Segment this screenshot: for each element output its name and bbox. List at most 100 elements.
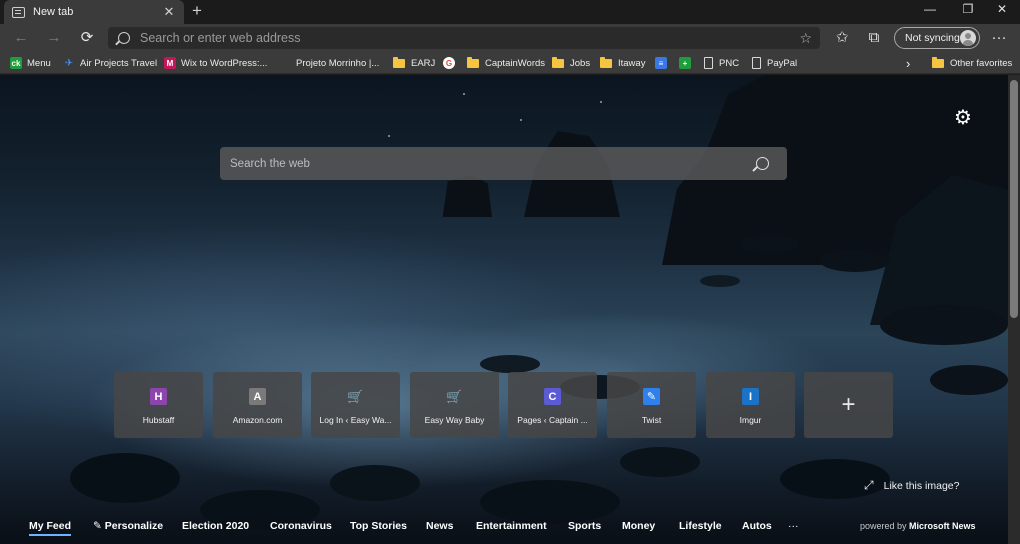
- top-site-easy-way-login[interactable]: 🛒 Log In ‹ Easy Wa...: [311, 372, 400, 438]
- refresh-button[interactable]: ⟳: [77, 28, 97, 48]
- close-tab-icon[interactable]: ✕: [162, 4, 176, 20]
- favorite-folder-captainwords[interactable]: CaptainWords: [467, 55, 545, 71]
- tab-strip: New tab ✕ + — ❐ ✕: [0, 0, 1020, 24]
- captain-icon: C: [544, 388, 561, 405]
- favorite-air-projects-travel[interactable]: ✈ Air Projects Travel: [63, 55, 157, 71]
- favorite-google-docs[interactable]: ≡: [655, 55, 672, 71]
- scrollbar-thumb[interactable]: [1010, 80, 1018, 318]
- search-icon[interactable]: [756, 157, 769, 170]
- favorite-pnc[interactable]: PNC: [704, 55, 739, 71]
- favorite-folder-earj[interactable]: EARJ: [393, 55, 435, 71]
- top-site-hubstaff[interactable]: H Hubstaff: [114, 372, 203, 438]
- web-search-box[interactable]: Search the web: [220, 147, 787, 180]
- news-tab-entertainment[interactable]: Entertainment: [476, 520, 547, 532]
- close-window-button[interactable]: ✕: [985, 0, 1019, 18]
- favorite-label: Projeto Morrinho |...: [296, 57, 380, 69]
- top-site-imgur[interactable]: I Imgur: [706, 372, 795, 438]
- favorites-icon[interactable]: ✩: [832, 28, 852, 48]
- top-site-label: Pages ‹ Captain ...: [517, 415, 588, 425]
- sync-status: Not syncing: [905, 32, 960, 44]
- search-icon: [118, 32, 130, 44]
- tab-title: New tab: [33, 6, 74, 18]
- like-this-image-button[interactable]: ⤢ Like this image?: [864, 478, 959, 493]
- favorite-projeto-morrinho[interactable]: Projeto Morrinho |...: [296, 55, 379, 71]
- favorite-wix-to-wordpress[interactable]: M Wix to WordPress:...: [164, 55, 267, 71]
- news-tab-my-feed[interactable]: My Feed: [29, 520, 72, 536]
- favorite-folder-jobs[interactable]: Jobs: [552, 55, 590, 71]
- docs-icon: ≡: [655, 57, 667, 69]
- back-button[interactable]: ←: [11, 28, 31, 48]
- plane-icon: ✈: [64, 57, 74, 69]
- favorite-label: Itaway: [618, 57, 646, 69]
- sheets-icon: +: [679, 57, 691, 69]
- restore-button[interactable]: ❐: [951, 0, 985, 18]
- top-site-label: Easy Way Baby: [424, 415, 485, 425]
- new-tab-page: ⚙ Search the web H Hubstaff A Amazon.com…: [0, 75, 1008, 544]
- new-tab-button[interactable]: +: [188, 2, 206, 20]
- profile-sync-button[interactable]: Not syncing: [894, 27, 980, 49]
- favorite-menu[interactable]: ck Menu: [10, 55, 51, 71]
- pencil-icon: ✎: [93, 520, 102, 532]
- hubstaff-icon: H: [150, 388, 167, 405]
- news-tab-lifestyle[interactable]: Lifestyle: [679, 520, 722, 532]
- address-bar[interactable]: Search or enter web address ☆: [108, 27, 820, 49]
- top-site-twist[interactable]: ✎ Twist: [607, 372, 696, 438]
- stroller-icon: 🛒: [347, 388, 364, 404]
- top-site-amazon[interactable]: A Amazon.com: [213, 372, 302, 438]
- favorite-folder-itaway[interactable]: Itaway: [600, 55, 645, 71]
- m-icon: M: [164, 57, 176, 69]
- favorite-google[interactable]: G: [443, 55, 460, 71]
- other-favorites-label: Other favorites: [950, 57, 1013, 69]
- like-image-label: Like this image?: [883, 479, 960, 492]
- add-favorite-star-icon[interactable]: ☆: [799, 30, 812, 47]
- amazon-icon: A: [249, 388, 266, 405]
- imgur-icon: I: [742, 388, 759, 405]
- folder-icon: [467, 56, 479, 68]
- favorite-label: PayPal: [767, 57, 798, 69]
- google-icon: G: [443, 57, 455, 69]
- favorite-label: EARJ: [411, 57, 436, 69]
- favorite-google-sheets[interactable]: +: [679, 55, 696, 71]
- folder-icon: [393, 56, 405, 68]
- collections-icon[interactable]: ⧉: [864, 28, 884, 48]
- folder-icon: [552, 56, 564, 68]
- forward-button[interactable]: →: [44, 28, 64, 48]
- favorite-label: PNC: [719, 57, 740, 69]
- top-site-easy-way-baby[interactable]: 🛒 Easy Way Baby: [410, 372, 499, 438]
- favorites-overflow-chevron-icon[interactable]: ›: [906, 55, 910, 71]
- top-site-label: Amazon.com: [232, 415, 283, 425]
- folder-icon: [932, 56, 944, 68]
- other-favorites-folder[interactable]: Other favorites: [932, 55, 1012, 71]
- minimize-button[interactable]: —: [913, 0, 947, 18]
- favorite-label: Menu: [27, 57, 51, 69]
- news-tab-news[interactable]: News: [426, 520, 453, 532]
- powered-prefix: powered by: [860, 521, 907, 531]
- top-site-captain-pages[interactable]: C Pages ‹ Captain ...: [508, 372, 597, 438]
- favorite-label: Wix to WordPress:...: [181, 57, 268, 69]
- tab-new-tab[interactable]: New tab ✕: [4, 0, 184, 24]
- news-navigation: My Feed ✎ Personalize Election 2020 Coro…: [0, 505, 1008, 544]
- news-tab-money[interactable]: Money: [622, 520, 655, 532]
- news-tab-election-2020[interactable]: Election 2020: [182, 520, 249, 532]
- twist-icon: ✎: [643, 388, 660, 405]
- news-tab-coronavirus[interactable]: Coronavirus: [270, 520, 332, 532]
- news-tab-top-stories[interactable]: Top Stories: [350, 520, 407, 532]
- expand-icon: ⤢: [864, 478, 874, 492]
- new-tab-page-icon: [12, 6, 25, 18]
- news-tab-personalize[interactable]: ✎ Personalize: [93, 520, 163, 532]
- page-icon: [704, 57, 713, 69]
- page-settings-gear-icon[interactable]: ⚙: [953, 108, 973, 128]
- ck-icon: ck: [10, 57, 22, 69]
- favorite-label: Air Projects Travel: [80, 57, 158, 69]
- stroller-icon: 🛒: [446, 388, 463, 404]
- avatar: [960, 30, 976, 46]
- more-options-button[interactable]: ···: [989, 28, 1009, 48]
- top-site-label: Log In ‹ Easy Wa...: [319, 415, 392, 425]
- news-more-button[interactable]: ···: [788, 520, 799, 532]
- plus-icon: +: [841, 391, 856, 418]
- news-tab-autos[interactable]: Autos: [742, 520, 772, 532]
- add-site-button[interactable]: +: [804, 372, 893, 438]
- favorite-paypal[interactable]: PayPal: [752, 55, 797, 71]
- news-tab-sports[interactable]: Sports: [568, 520, 601, 532]
- powered-by-microsoft-news[interactable]: powered by Microsoft News: [860, 521, 976, 531]
